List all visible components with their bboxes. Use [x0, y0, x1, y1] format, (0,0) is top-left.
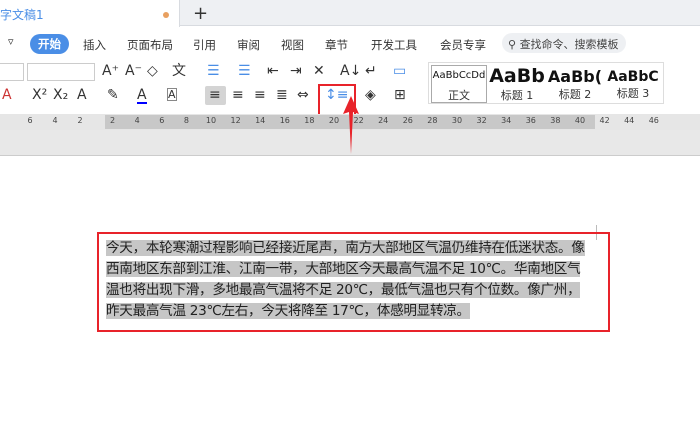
- annotation-arrow: [343, 96, 359, 154]
- ruler-tick: 12: [230, 116, 241, 125]
- ruler-tick: 6: [27, 116, 33, 125]
- style-heading-3[interactable]: AaBbC 标题 3: [605, 65, 661, 103]
- style-heading-1[interactable]: AaBb 标题 1: [489, 65, 545, 103]
- ruler-tick: 14: [255, 116, 266, 125]
- decrease-indent-icon[interactable]: ⇤: [267, 64, 279, 78]
- ruler-tick: 26: [402, 116, 413, 125]
- borders-icon[interactable]: ⊞: [394, 88, 406, 102]
- search-input[interactable]: ⚲ 查找命令、搜索模板: [502, 33, 626, 53]
- menu-insert[interactable]: 插入: [83, 37, 106, 53]
- style-gallery: AaBbCcDd 正文 AaBb 标题 1 AaBb( 标题 2 AaBbC 标…: [428, 62, 664, 104]
- style-name: 标题 2: [558, 88, 592, 101]
- ruler-tick: 10: [205, 116, 217, 125]
- ruler-tick: 6: [159, 116, 165, 125]
- ruler-tick: 2: [77, 116, 83, 125]
- ruler-tick: 46: [648, 116, 659, 125]
- align-left-icon: ≡: [209, 87, 221, 103]
- style-preview: AaBbC: [607, 69, 659, 85]
- increase-font-icon[interactable]: A⁺: [102, 64, 119, 78]
- paragraph-mark-icon[interactable]: ↵: [365, 64, 377, 78]
- ruler-tick: 8: [183, 116, 189, 125]
- ruler-tick: 32: [476, 116, 487, 125]
- document-tab[interactable]: 字文稿1: [0, 0, 180, 27]
- menu-developer[interactable]: 开发工具: [371, 37, 417, 53]
- clear-format-icon[interactable]: ◇: [147, 64, 158, 78]
- font-name-select[interactable]: [0, 63, 24, 81]
- menu-references[interactable]: 引用: [193, 37, 216, 53]
- ruler-tick: 38: [550, 116, 561, 125]
- justify-icon[interactable]: ≣: [276, 88, 288, 102]
- style-preview: AaBb(: [547, 67, 603, 86]
- menu-member[interactable]: 会员专享: [440, 37, 486, 53]
- tab-ruler-icon[interactable]: ▭: [393, 64, 406, 78]
- increase-indent-icon[interactable]: ⇥: [290, 64, 302, 78]
- ruler-tick: 2: [110, 116, 116, 125]
- strikethrough-icon[interactable]: A: [2, 88, 12, 102]
- search-placeholder: 查找命令、搜索模板: [519, 38, 619, 51]
- ruler-tick: 16: [279, 116, 290, 125]
- ruler-tick: 44: [624, 116, 635, 125]
- menu-page-layout[interactable]: 页面布局: [127, 37, 173, 53]
- document-paragraph[interactable]: 今天，本轮寒潮过程影响已经接近尾声，南方大部地区气温仍维持在低迷状态。像西南地区…: [106, 238, 592, 322]
- ruler-tick: 4: [52, 116, 58, 125]
- shading-icon[interactable]: ◈: [365, 88, 376, 102]
- align-center-icon[interactable]: ≡: [232, 88, 244, 102]
- decrease-font-icon[interactable]: A⁻: [125, 64, 142, 78]
- text-effect-icon[interactable]: A: [77, 88, 87, 102]
- new-tab-button[interactable]: +: [193, 3, 208, 24]
- unsaved-dot-icon: [163, 12, 169, 18]
- selected-text[interactable]: 今天，本轮寒潮过程影响已经接近尾声，南方大部地区气温仍维持在低迷状态。像西南地区…: [106, 240, 585, 319]
- font-color-icon[interactable]: A: [137, 88, 147, 104]
- ruler-tick: 24: [378, 116, 389, 125]
- ruler-tick: 28: [427, 116, 438, 125]
- chinese-layout-icon[interactable]: ✕: [313, 64, 325, 78]
- search-icon: ⚲: [508, 38, 517, 51]
- ruler-tick: 36: [525, 116, 536, 125]
- style-preview: AaBb: [489, 65, 545, 87]
- style-name: 标题 3: [616, 87, 650, 100]
- menu-view[interactable]: 视图: [281, 37, 304, 53]
- align-left-button[interactable]: ≡: [205, 86, 226, 105]
- style-name: 标题 1: [500, 89, 534, 102]
- numbering-icon[interactable]: ☰: [238, 64, 251, 78]
- bullets-icon[interactable]: ☰: [207, 64, 220, 78]
- ruler-tick: 18: [304, 116, 315, 125]
- document-tab-title: 字文稿1: [0, 8, 44, 22]
- style-name: 正文: [448, 89, 470, 102]
- ruler-tick: 4: [134, 116, 140, 125]
- ruler-tick: 40: [574, 116, 586, 125]
- ruler-tick: 30: [451, 116, 463, 125]
- font-size-select[interactable]: [27, 63, 95, 81]
- sort-icon[interactable]: A↓: [340, 64, 361, 78]
- align-right-icon[interactable]: ≡: [254, 88, 266, 102]
- ruler-tick: 20: [328, 116, 340, 125]
- char-border-icon[interactable]: A: [167, 88, 177, 101]
- phonetic-icon[interactable]: 文: [172, 64, 186, 78]
- menu-chapter[interactable]: 章节: [325, 37, 348, 53]
- style-normal[interactable]: AaBbCcDd 正文: [431, 65, 487, 103]
- style-preview: AaBbCcDd: [432, 70, 486, 81]
- menu-review[interactable]: 审阅: [237, 37, 260, 53]
- distribute-icon[interactable]: ⇔: [297, 88, 309, 102]
- ruler-tick: 42: [599, 116, 610, 125]
- ruler-tick: 34: [501, 116, 512, 125]
- highlight-icon[interactable]: ✎: [107, 88, 119, 102]
- subscript-icon[interactable]: X₂: [53, 88, 68, 102]
- chevron-down-icon[interactable]: ▿: [8, 36, 14, 47]
- menu-start[interactable]: 开始: [30, 34, 69, 54]
- superscript-icon[interactable]: X²: [32, 88, 47, 102]
- style-heading-2[interactable]: AaBb( 标题 2: [547, 65, 603, 103]
